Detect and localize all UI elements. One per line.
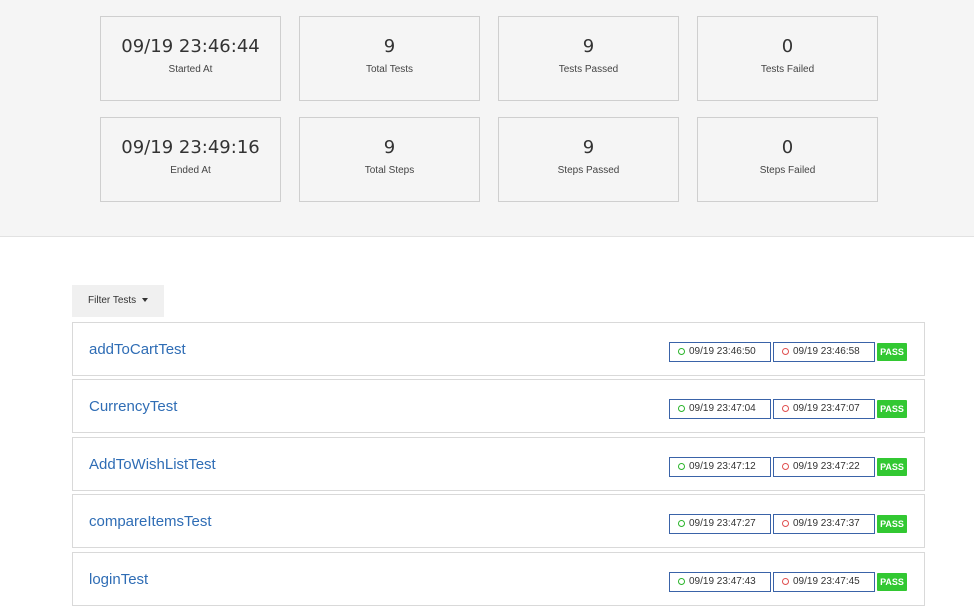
status-badge: PASS: [877, 573, 907, 591]
test-name-link[interactable]: loginTest: [89, 571, 148, 589]
summary-panel: 09/19 23:46:44 Started At 9 Total Tests …: [0, 0, 974, 237]
status-badge: PASS: [877, 515, 907, 533]
start-time: 09/19 23:47:43: [689, 576, 756, 587]
total-steps-card: 9 Total Steps: [299, 117, 480, 202]
start-time: 09/19 23:46:50: [689, 346, 756, 357]
status-badge: PASS: [877, 400, 907, 418]
ended-at-card: 09/19 23:49:16 Ended At: [100, 117, 281, 202]
tests-failed-card: 0 Tests Failed: [697, 16, 878, 101]
start-time-badge: 09/19 23:47:27: [669, 514, 771, 534]
test-row[interactable]: compareItemsTest 09/19 23:47:27 09/19 23…: [72, 494, 925, 548]
started-at-label: Started At: [168, 64, 213, 75]
total-tests-label: Total Tests: [365, 64, 414, 75]
test-name-link[interactable]: compareItemsTest: [89, 513, 212, 531]
start-time: 09/19 23:47:12: [689, 461, 756, 472]
start-time-badge: 09/19 23:47:43: [669, 572, 771, 592]
clock-start-icon: [678, 520, 685, 527]
caret-down-icon: [141, 298, 148, 303]
ended-at-label: Ended At: [170, 165, 211, 176]
total-steps-value: 9: [383, 137, 396, 158]
end-time-badge: 09/19 23:47:45: [773, 572, 875, 592]
start-time: 09/19 23:47:04: [689, 403, 756, 414]
steps-passed-value: 9: [582, 137, 595, 158]
tests-failed-label: Tests Failed: [760, 64, 815, 75]
steps-failed-value: 0: [781, 137, 794, 158]
end-time: 09/19 23:47:22: [793, 461, 860, 472]
start-time-badge: 09/19 23:47:12: [669, 457, 771, 477]
filter-tests-button[interactable]: Filter Tests: [72, 285, 164, 317]
ended-at-value: 09/19 23:49:16: [121, 137, 260, 158]
end-time-badge: 09/19 23:47:22: [773, 457, 875, 477]
test-row[interactable]: CurrencyTest 09/19 23:47:04 09/19 23:47:…: [72, 379, 925, 433]
started-at-card: 09/19 23:46:44 Started At: [100, 16, 281, 101]
tests-failed-value: 0: [781, 36, 794, 57]
total-tests-value: 9: [383, 36, 396, 57]
tests-passed-card: 9 Tests Passed: [498, 16, 679, 101]
start-time: 09/19 23:47:27: [689, 518, 756, 529]
steps-passed-card: 9 Steps Passed: [498, 117, 679, 202]
test-name-link[interactable]: CurrencyTest: [89, 398, 177, 416]
total-tests-card: 9 Total Tests: [299, 16, 480, 101]
started-at-value: 09/19 23:46:44: [121, 36, 260, 57]
end-time-badge: 09/19 23:46:58: [773, 342, 875, 362]
clock-end-icon: [782, 348, 789, 355]
test-row[interactable]: AddToWishListTest 09/19 23:47:12 09/19 2…: [72, 437, 925, 491]
end-time-badge: 09/19 23:47:07: [773, 399, 875, 419]
steps-failed-card: 0 Steps Failed: [697, 117, 878, 202]
total-steps-label: Total Steps: [364, 165, 415, 176]
end-time-badge: 09/19 23:47:37: [773, 514, 875, 534]
clock-end-icon: [782, 463, 789, 470]
status-badge: PASS: [877, 458, 907, 476]
clock-start-icon: [678, 405, 685, 412]
tests-passed-label: Tests Passed: [558, 64, 619, 75]
clock-start-icon: [678, 463, 685, 470]
end-time: 09/19 23:47:37: [793, 518, 860, 529]
clock-end-icon: [782, 520, 789, 527]
test-row[interactable]: loginTest 09/19 23:47:43 09/19 23:47:45 …: [72, 552, 925, 606]
test-name-link[interactable]: addToCartTest: [89, 341, 186, 359]
status-badge: PASS: [877, 343, 907, 361]
end-time: 09/19 23:47:07: [793, 403, 860, 414]
start-time-badge: 09/19 23:46:50: [669, 342, 771, 362]
clock-start-icon: [678, 348, 685, 355]
tests-passed-value: 9: [582, 36, 595, 57]
end-time: 09/19 23:46:58: [793, 346, 860, 357]
steps-passed-label: Steps Passed: [557, 165, 620, 176]
clock-end-icon: [782, 578, 789, 585]
test-name-link[interactable]: AddToWishListTest: [89, 456, 216, 474]
filter-tests-label: Filter Tests: [88, 295, 137, 306]
steps-failed-label: Steps Failed: [759, 165, 816, 176]
test-row[interactable]: addToCartTest 09/19 23:46:50 09/19 23:46…: [72, 322, 925, 376]
clock-start-icon: [678, 578, 685, 585]
clock-end-icon: [782, 405, 789, 412]
end-time: 09/19 23:47:45: [793, 576, 860, 587]
start-time-badge: 09/19 23:47:04: [669, 399, 771, 419]
